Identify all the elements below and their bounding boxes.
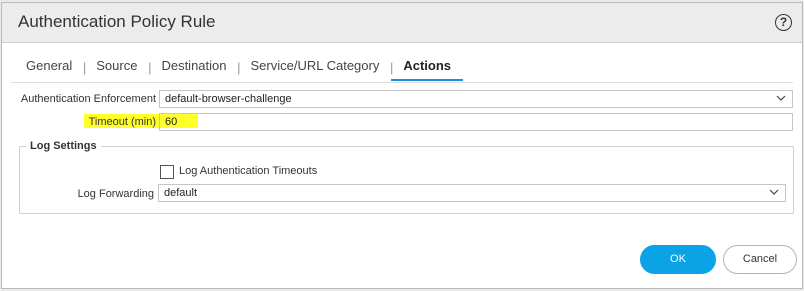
tab-label: Actions [403, 58, 452, 73]
log-auth-timeouts-checkbox[interactable] [160, 165, 174, 179]
timeout-label: Timeout (min) [88, 116, 156, 128]
tab-general[interactable]: General | [14, 55, 86, 81]
cancel-button[interactable]: Cancel [723, 245, 797, 274]
dialog-titlebar: Authentication Policy Rule ? [2, 3, 802, 43]
tab-bar: General | Source | Destination | Service… [14, 55, 464, 85]
authentication-policy-rule-dialog: Authentication Policy Rule ? General | S… [1, 2, 803, 289]
log-settings-group [19, 146, 794, 214]
auth-enforcement-value: default-browser-challenge [165, 93, 292, 105]
timeout-input[interactable]: 60 [159, 113, 793, 131]
log-forwarding-select[interactable]: default [158, 184, 786, 202]
auth-enforcement-select[interactable]: default-browser-challenge [159, 90, 793, 108]
log-forwarding-label: Log Forwarding [77, 188, 154, 200]
ok-button[interactable]: OK [640, 245, 716, 274]
tab-actions[interactable]: Actions [391, 55, 464, 81]
dialog-title: Authentication Policy Rule [18, 12, 216, 31]
tab-label: Source [96, 58, 138, 73]
log-auth-timeouts-label: Log Authentication Timeouts [179, 165, 318, 177]
tab-destination[interactable]: Destination | [149, 55, 240, 81]
auth-enforcement-label: Authentication Enforcement [20, 93, 156, 105]
chevron-down-icon [769, 189, 779, 195]
log-settings-legend: Log Settings [26, 140, 101, 152]
help-icon[interactable]: ? [775, 14, 792, 31]
log-forwarding-value: default [164, 187, 198, 199]
chevron-down-icon [776, 95, 786, 101]
timeout-value: 60 [165, 116, 178, 128]
tab-label: Service/URL Category [250, 58, 380, 73]
tab-divider [11, 82, 793, 83]
tab-service-url-category[interactable]: Service/URL Category | [239, 55, 394, 81]
tab-label: General [26, 58, 73, 73]
tab-label: Destination [161, 58, 227, 73]
tab-source[interactable]: Source | [84, 55, 151, 81]
